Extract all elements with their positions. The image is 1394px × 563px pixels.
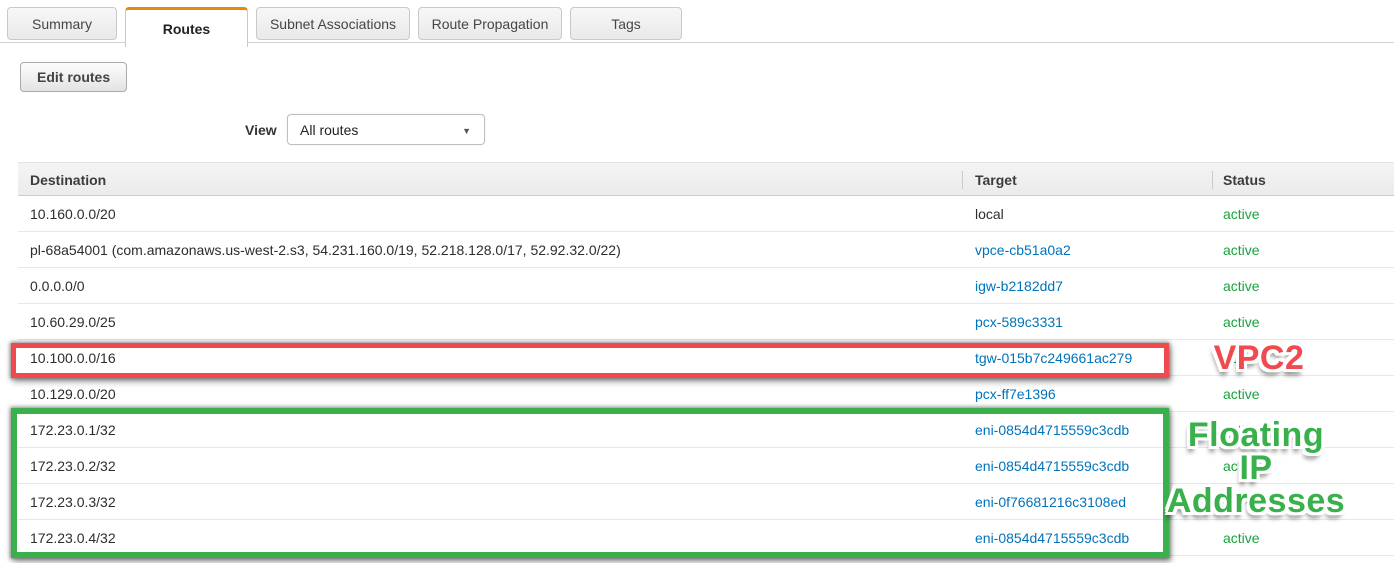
target-link[interactable]: pcx-ff7e1396 <box>962 386 1212 402</box>
table-row: pl-68a54001 (com.amazonaws.us-west-2.s3,… <box>18 232 1394 268</box>
column-header-target[interactable]: Target <box>962 163 1212 197</box>
status-cell: active <box>1223 529 1260 546</box>
column-header-destination[interactable]: Destination <box>18 163 962 197</box>
destination-cell: 10.160.0.0/20 <box>30 205 116 222</box>
view-dropdown[interactable]: All routes ▼ <box>287 114 485 145</box>
status-cell: active <box>1223 313 1260 330</box>
destination-cell: 10.60.29.0/25 <box>30 313 116 330</box>
column-header-status[interactable]: Status <box>1212 163 1394 197</box>
table-row: 10.60.29.0/25 pcx-589c3331 active <box>18 304 1394 340</box>
tab-route-propagation[interactable]: Route Propagation <box>418 7 562 40</box>
destination-cell: 10.129.0.0/20 <box>30 385 116 402</box>
view-dropdown-value: All routes <box>300 121 359 138</box>
destination-cell: 0.0.0.0/0 <box>30 277 85 294</box>
floating-ip-line2: IP <box>1239 449 1273 487</box>
table-row: 10.160.0.0/20 local active <box>18 196 1394 232</box>
view-label: View <box>245 122 277 138</box>
tab-subnet-associations[interactable]: Subnet Associations <box>256 7 410 40</box>
tab-summary[interactable]: Summary <box>7 7 117 40</box>
status-cell: active <box>1223 241 1260 258</box>
chevron-down-icon: ▼ <box>462 126 471 136</box>
vpc2-annotation-label: VPC2 <box>1213 339 1305 377</box>
green-highlight-box <box>11 408 1169 558</box>
status-cell: active <box>1223 385 1260 402</box>
status-cell: active <box>1223 205 1260 222</box>
target-cell: local <box>975 205 1004 222</box>
table-row: 0.0.0.0/0 igw-b2182dd7 active <box>18 268 1394 304</box>
destination-cell: pl-68a54001 (com.amazonaws.us-west-2.s3,… <box>30 241 621 258</box>
edit-routes-button[interactable]: Edit routes <box>20 62 128 92</box>
floating-ip-annotation-label: Floating IP Addresses <box>1156 416 1356 520</box>
target-link[interactable]: pcx-589c3331 <box>962 314 1212 330</box>
target-link[interactable]: igw-b2182dd7 <box>962 278 1212 294</box>
floating-ip-line3: Addresses <box>1166 482 1346 520</box>
floating-ip-line1: Floating <box>1187 416 1325 454</box>
red-highlight-box <box>11 343 1169 378</box>
tab-routes[interactable]: Routes <box>125 7 248 47</box>
target-link[interactable]: vpce-cb51a0a2 <box>962 242 1212 258</box>
status-cell: active <box>1223 277 1260 294</box>
table-row: 10.129.0.0/20 pcx-ff7e1396 active <box>18 376 1394 412</box>
tab-tags[interactable]: Tags <box>570 7 682 40</box>
table-header-row: Destination Target Status <box>18 162 1394 196</box>
tab-bar: Summary Routes Subnet Associations Route… <box>0 0 1394 47</box>
